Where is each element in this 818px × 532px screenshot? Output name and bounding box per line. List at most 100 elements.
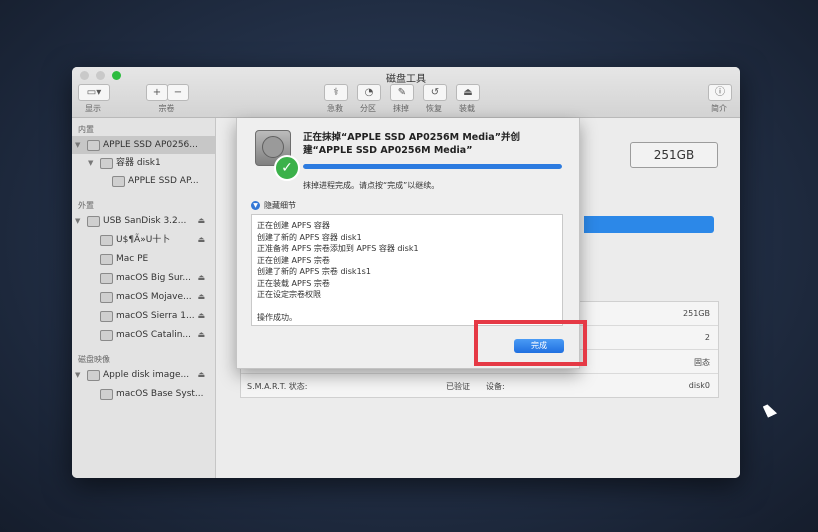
sidebar-item-label: U$¶Ã»U十卜 — [116, 235, 171, 245]
disclosure-triangle-icon[interactable]: ▼ — [75, 366, 80, 384]
sidebar-item-usb-disk[interactable]: ▼ USB SanDisk 3.2... ⏏ — [72, 212, 215, 230]
volume-icon — [100, 389, 113, 400]
info-value: 251GB — [683, 309, 710, 318]
disk-icon — [87, 140, 100, 151]
remove-volume-button[interactable]: − — [167, 84, 189, 101]
log-line: 正在创建 APFS 容器 — [257, 221, 330, 230]
info-label: 简介 — [711, 104, 727, 113]
log-line: 创建了新的 APFS 宗卷 disk1s1 — [257, 267, 371, 276]
smart-status-value: 已验证 — [446, 382, 470, 391]
sidebar-item-label: USB SanDisk 3.2... — [103, 216, 187, 226]
progress-bar — [303, 164, 562, 169]
sheet-title: 正在抹掉“APPLE SSD AP0256M Media”并创建“APPLE S… — [303, 132, 520, 156]
window-title: 磁盘工具 — [386, 74, 426, 85]
eject-icon[interactable]: ⏏ — [197, 212, 205, 230]
status-text: 抹掉进程完成。请点按“完成”以继续。 — [303, 181, 440, 190]
disclosure-triangle-icon[interactable]: ▼ — [75, 136, 80, 154]
sidebar-item-internal-disk[interactable]: ▼ APPLE SSD AP0256... — [72, 136, 215, 154]
sidebar-item-label: macOS Big Sur... — [116, 273, 192, 283]
sidebar-item-volume[interactable]: macOS Big Sur... ⏏ — [72, 269, 215, 287]
sidebar-item-volume[interactable]: macOS Mojave... ⏏ — [72, 288, 215, 306]
disclosure-triangle-icon[interactable]: ▼ — [75, 212, 80, 230]
sidebar-item-label: 容器 disk1 — [116, 158, 161, 168]
erase-label: 抹掉 — [393, 104, 409, 113]
erase-icon: ✎ — [397, 87, 407, 98]
log-line: 正在创建 APFS 宗卷 — [257, 255, 330, 265]
info-value: 固态 — [694, 358, 710, 367]
volume-icon — [100, 330, 113, 341]
mouse-pointer-icon — [762, 402, 778, 418]
sidebar-item-label: macOS Mojave... — [116, 292, 192, 302]
sidebar-item-volume[interactable]: Mac PE — [72, 250, 215, 268]
sidebar-item-volume[interactable]: macOS Catalin... ⏏ — [72, 326, 215, 344]
device-label: 设备: — [486, 382, 505, 391]
mount-label: 装载 — [459, 104, 475, 113]
hide-details-toggle[interactable]: ▼ 隐藏细节 — [251, 200, 296, 211]
eject-icon[interactable]: ⏏ — [197, 231, 205, 249]
add-volume-button[interactable]: + — [146, 84, 168, 101]
sidebar-icon: ▭▾ — [86, 87, 102, 98]
section-disk-images: 磁盘映像 — [78, 355, 110, 364]
eject-icon[interactable]: ⏏ — [197, 288, 205, 306]
log-line: 正在装载 APFS 宗卷 — [257, 278, 330, 288]
platter-shape — [262, 136, 284, 158]
sidebar-item-volume[interactable]: U$¶Ã»U十卜 ⏏ — [72, 231, 215, 249]
device-value: disk0 — [688, 381, 710, 390]
first-aid-button[interactable]: ⚕ — [324, 84, 348, 101]
smart-status-label: S.M.A.R.T. 状态: — [247, 382, 308, 391]
sidebar-item-label: Apple disk image... — [103, 370, 190, 380]
section-internal: 内置 — [78, 125, 94, 134]
partition-button[interactable]: ◔ — [357, 84, 381, 101]
eject-icon[interactable]: ⏏ — [197, 326, 205, 344]
volume-icon — [100, 311, 113, 322]
section-external: 外置 — [78, 201, 94, 210]
info-value: 2 — [704, 333, 710, 342]
container-icon — [100, 158, 113, 169]
info-button[interactable]: ⓘ — [708, 84, 732, 101]
details-log[interactable]: 正在创建 APFS 容器 创建了新的 APFS 容器 disk1 正准备将 AP… — [251, 214, 563, 326]
disclosure-triangle-icon[interactable]: ▼ — [88, 154, 93, 172]
log-line: 正准备将 APFS 宗卷添加到 APFS 容器 disk1 — [257, 244, 419, 253]
eject-icon[interactable]: ⏏ — [197, 269, 205, 287]
annotation-highlight-box — [474, 320, 587, 366]
eject-icon[interactable]: ⏏ — [197, 366, 205, 384]
stethoscope-icon: ⚕ — [333, 87, 339, 98]
sidebar-item-volume[interactable]: macOS Base Syst... — [72, 385, 215, 403]
restore-icon: ↺ — [430, 87, 440, 98]
capacity-box: 251GB — [630, 142, 718, 168]
mount-button[interactable]: ⏏ — [456, 84, 480, 101]
volume-icon — [100, 254, 113, 265]
sidebar-item-container[interactable]: ▼ 容器 disk1 — [72, 154, 215, 172]
sidebar-item-volume[interactable]: macOS Sierra 1... ⏏ — [72, 307, 215, 325]
partition-label: 分区 — [360, 104, 376, 113]
restore-button[interactable]: ↺ — [423, 84, 447, 101]
sidebar-item-disk-image[interactable]: ▼ Apple disk image... ⏏ — [72, 366, 215, 384]
view-button[interactable]: ▭▾ — [78, 84, 110, 101]
sidebar: 内置 ▼ APPLE SSD AP0256... ▼ 容器 disk1 APPL… — [72, 118, 216, 478]
sidebar-item-label: Mac PE — [116, 254, 149, 264]
info-row: S.M.A.R.T. 状态: 已验证 设备: disk0 — [241, 374, 718, 397]
log-line: 创建了新的 APFS 容器 disk1 — [257, 232, 362, 242]
volume-icon — [100, 235, 113, 246]
partition-icon: ◔ — [364, 87, 374, 98]
view-label: 显示 — [85, 104, 101, 113]
progress-fill — [303, 164, 562, 169]
disclosure-down-icon: ▼ — [251, 201, 260, 210]
sidebar-item-label: macOS Sierra 1... — [116, 311, 195, 321]
restore-label: 恢复 — [426, 104, 442, 113]
mount-icon: ⏏ — [463, 87, 473, 98]
sidebar-item-label: APPLE SSD AP... — [128, 176, 199, 186]
log-line: 正在设定宗卷权限 — [257, 290, 321, 299]
details-toggle-label: 隐藏细节 — [264, 201, 296, 210]
info-icon: ⓘ — [715, 87, 725, 98]
volume-label: 宗卷 — [158, 104, 175, 113]
volume-icon — [112, 176, 125, 187]
sidebar-item-label: macOS Base Syst... — [116, 389, 204, 399]
eject-icon[interactable]: ⏏ — [197, 307, 205, 325]
sidebar-item-volume[interactable]: APPLE SSD AP... — [72, 172, 215, 190]
erase-button[interactable]: ✎ — [390, 84, 414, 101]
sidebar-item-label: APPLE SSD AP0256... — [103, 140, 198, 150]
title-bar: 磁盘工具 ▭▾ 显示 + − 宗卷 ⚕ 急救 ◔ 分区 ✎ 抹掉 ↺ 恢复 ⏏ … — [72, 67, 740, 118]
volume-icon — [100, 273, 113, 284]
